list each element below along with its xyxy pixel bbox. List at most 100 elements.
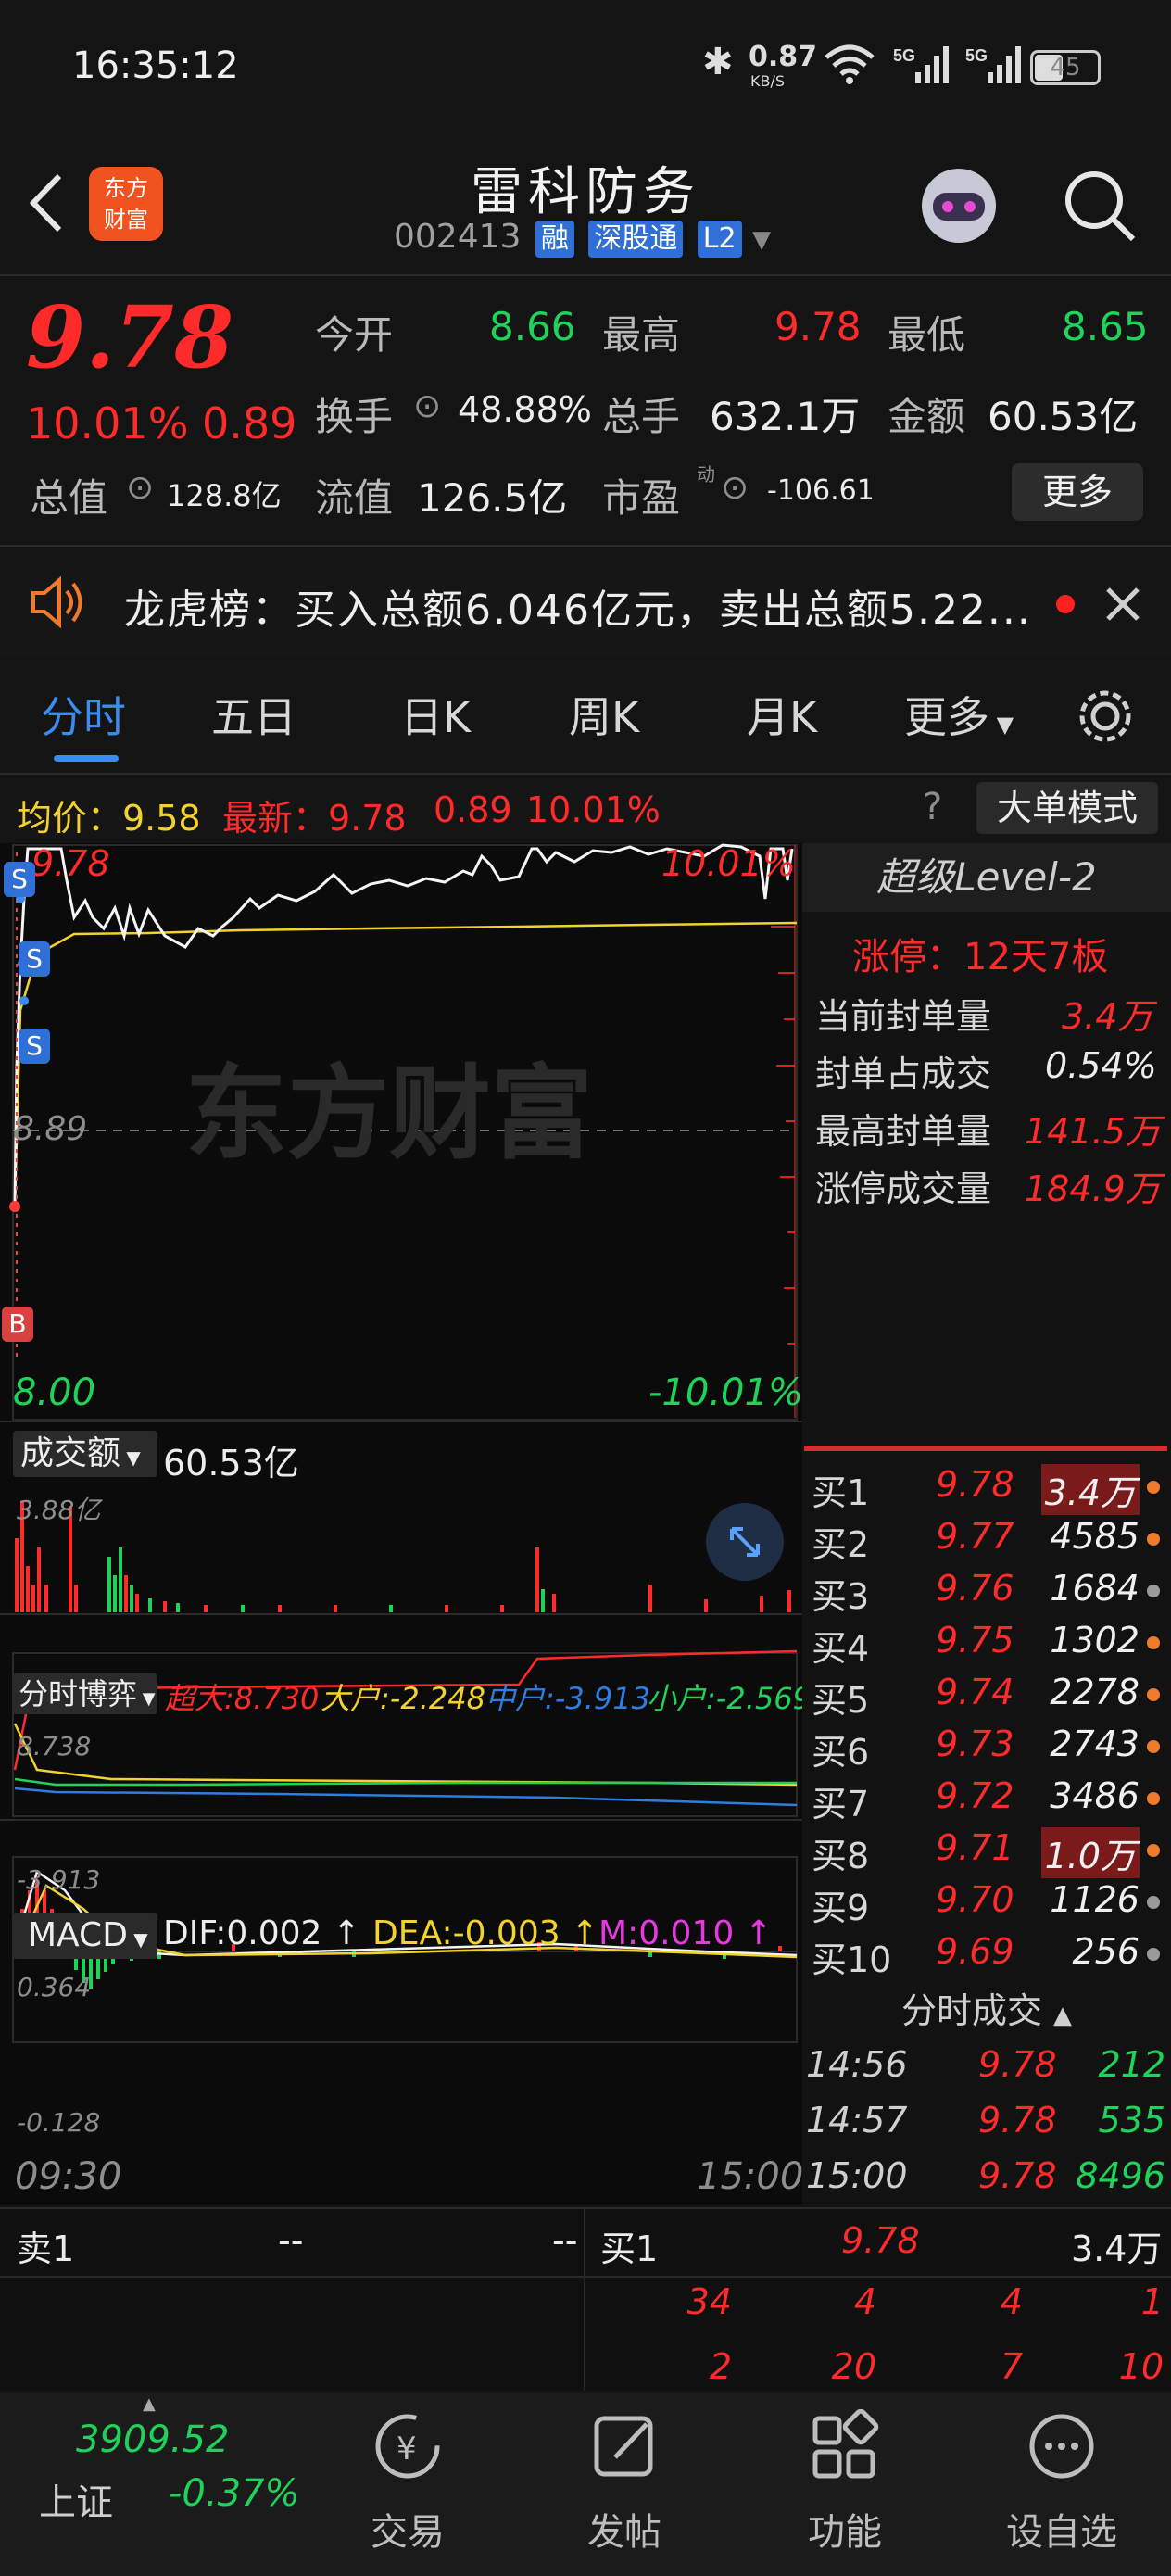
mktcap-value: 128.8亿 xyxy=(167,478,282,513)
post-icon[interactable] xyxy=(550,2409,699,2483)
orderbook-vol: 3486 xyxy=(1050,1775,1140,1816)
orderbook-row[interactable]: 买2 9.77 4585 xyxy=(812,1516,1164,1568)
end-time: 15:00 xyxy=(697,2155,804,2198)
nav-post[interactable]: 发帖 xyxy=(550,2502,699,2556)
orderbook-label: 买7 xyxy=(812,1784,870,1825)
nav-functions[interactable]: 功能 xyxy=(771,2502,919,2556)
level2-title[interactable]: 超级Level-2 xyxy=(802,843,1171,912)
info-icon-2[interactable]: ⊙ xyxy=(126,469,154,507)
level2-row-label: 最高封单量 xyxy=(815,1111,992,1152)
tab-intraday[interactable]: 分时 xyxy=(41,684,126,745)
index-value[interactable]: 3909.52 xyxy=(76,2418,229,2461)
macd-dif-value: DIF:0.002 xyxy=(163,1914,322,1952)
status-dot xyxy=(1147,1740,1160,1753)
tag-l2: L2 xyxy=(697,221,742,258)
tag-margin: 融 xyxy=(535,221,574,258)
divider xyxy=(0,545,1171,547)
tab-daily-k[interactable]: 日K xyxy=(400,684,471,745)
orderbook-row[interactable]: 买8 9.71 1.0万 xyxy=(812,1827,1164,1879)
orderbook-row[interactable]: 买1 9.78 3.4万 xyxy=(812,1464,1164,1516)
expand-button[interactable] xyxy=(706,1503,784,1581)
game-min-label: -3.913 xyxy=(17,1864,101,1895)
sell1-label: 卖1 xyxy=(17,2229,75,2269)
queue-cell: 2 xyxy=(709,2346,732,2387)
tab-5day[interactable]: 五日 xyxy=(211,684,296,745)
sell-marker[interactable]: S xyxy=(19,1029,50,1064)
tick-time: 15:00 xyxy=(806,2155,908,2196)
orderbook-row[interactable]: 买9 9.70 1126 xyxy=(812,1879,1164,1931)
trade-icon[interactable]: ¥ xyxy=(334,2409,482,2483)
add-watchlist-icon[interactable] xyxy=(988,2409,1136,2483)
gear-icon[interactable] xyxy=(1075,686,1136,747)
buy1-label: 买1 xyxy=(600,2229,659,2269)
status-dot xyxy=(1147,1948,1160,1961)
ticks-title[interactable]: 分时成交 ▲ xyxy=(802,1985,1171,2037)
robot-assistant-icon[interactable] xyxy=(913,159,1005,252)
orderbook-vol: 1126 xyxy=(1050,1879,1140,1920)
tick-time: 14:56 xyxy=(806,2044,908,2085)
sell-marker[interactable]: S xyxy=(4,862,35,897)
tab-weekly-k[interactable]: 周K xyxy=(569,684,639,745)
orderbook-row[interactable]: 买3 9.76 1684 xyxy=(812,1568,1164,1620)
sell1-vol: -- xyxy=(552,2220,578,2261)
low-value: 8.65 xyxy=(1062,304,1149,349)
more-button[interactable]: 更多 xyxy=(1012,463,1143,521)
notice-text: 龙虎榜：买入总额6.046亿元，卖出总额5.22... xyxy=(124,587,1032,634)
orderbook-price: 9.70 xyxy=(936,1879,1014,1920)
game-selector[interactable]: 分时博弈 ▼ xyxy=(13,1673,157,1714)
change-pct: 10.01% xyxy=(26,398,189,448)
buy-marker[interactable]: B xyxy=(2,1307,33,1342)
sell-marker[interactable]: S xyxy=(19,941,50,977)
mid-value: 中户:-3.913 xyxy=(485,1681,650,1716)
status-bar: 16:35:12 ✱ 0.87 KB/S 5G 5G 45 xyxy=(0,0,1171,134)
svg-text:5G: 5G xyxy=(965,46,988,65)
stock-code-row: 002413 融 深股通 L2 ▼ xyxy=(394,218,771,258)
nav-add-watchlist[interactable]: 设自选 xyxy=(988,2502,1136,2556)
active-tab-indicator xyxy=(54,755,119,762)
orderbook-label: 买6 xyxy=(812,1732,870,1773)
status-dot xyxy=(1147,1688,1160,1701)
dropdown-icon[interactable]: ▼ xyxy=(752,226,771,254)
volume-amount: 60.53亿 xyxy=(163,1443,299,1484)
orderbook-row[interactable]: 买6 9.73 2743 xyxy=(812,1724,1164,1775)
orderbook-row[interactable]: 买10 9.69 256 xyxy=(812,1931,1164,1983)
info-icon-3[interactable]: ⊙ xyxy=(721,469,749,507)
status-dot xyxy=(1147,1636,1160,1649)
orderbook-vol: 256 xyxy=(1072,1931,1140,1972)
tick-row: 15:00 9.78 8496 xyxy=(806,2155,1167,2207)
orderbook-vol: 3.4万 xyxy=(1040,1464,1140,1515)
orderbook-vol: 1684 xyxy=(1050,1568,1140,1609)
pct-min-label: -10.01% xyxy=(648,1371,803,1414)
big-value: 大户:-2.248 xyxy=(321,1681,485,1716)
orderbook-label: 买4 xyxy=(812,1628,870,1669)
intraday-chart[interactable]: 东方财富 xyxy=(0,843,802,2205)
orderbook-row[interactable]: 买4 9.75 1302 xyxy=(812,1620,1164,1672)
orderbook-price: 9.77 xyxy=(936,1516,1014,1557)
divider xyxy=(0,773,1171,775)
big-order-mode-button[interactable]: 大单模式 xyxy=(976,782,1158,834)
orderbook-row[interactable]: 买5 9.74 2278 xyxy=(812,1672,1164,1724)
tab-more[interactable]: 更多 ▼ xyxy=(904,684,1014,745)
functions-icon[interactable] xyxy=(771,2408,919,2483)
chevron-down-icon: ▼ xyxy=(989,712,1014,738)
nav-trade[interactable]: 交易 xyxy=(334,2502,482,2556)
macd-selector[interactable]: MACD ▼ xyxy=(13,1913,157,1959)
orderbook-row[interactable]: 买7 9.72 3486 xyxy=(812,1775,1164,1827)
search-icon[interactable] xyxy=(1061,167,1139,245)
volume-selector[interactable]: 成交额 ▼ xyxy=(13,1431,157,1477)
orderbook-price: 9.75 xyxy=(936,1620,1014,1661)
index-pct[interactable]: -0.37% xyxy=(169,2472,300,2515)
close-icon[interactable] xyxy=(1104,586,1141,623)
index-name[interactable]: 上证 xyxy=(39,2472,113,2526)
help-icon[interactable]: ? xyxy=(923,786,942,828)
info-icon[interactable]: ⊙ xyxy=(413,387,441,425)
high-label: 最高 xyxy=(602,312,681,358)
expand-icon xyxy=(730,1527,760,1557)
orderbook-vol: 2743 xyxy=(1050,1724,1140,1764)
orderbook-vol: 2278 xyxy=(1050,1672,1140,1712)
orderbook-price: 9.73 xyxy=(936,1724,1014,1764)
svg-text:¥: ¥ xyxy=(397,2431,417,2468)
clock: 16:35:12 xyxy=(72,44,239,87)
notice-bar[interactable]: 龙虎榜：买入总额6.046亿元，卖出总额5.22... xyxy=(0,549,1171,658)
tab-monthly-k[interactable]: 月K xyxy=(747,684,817,745)
